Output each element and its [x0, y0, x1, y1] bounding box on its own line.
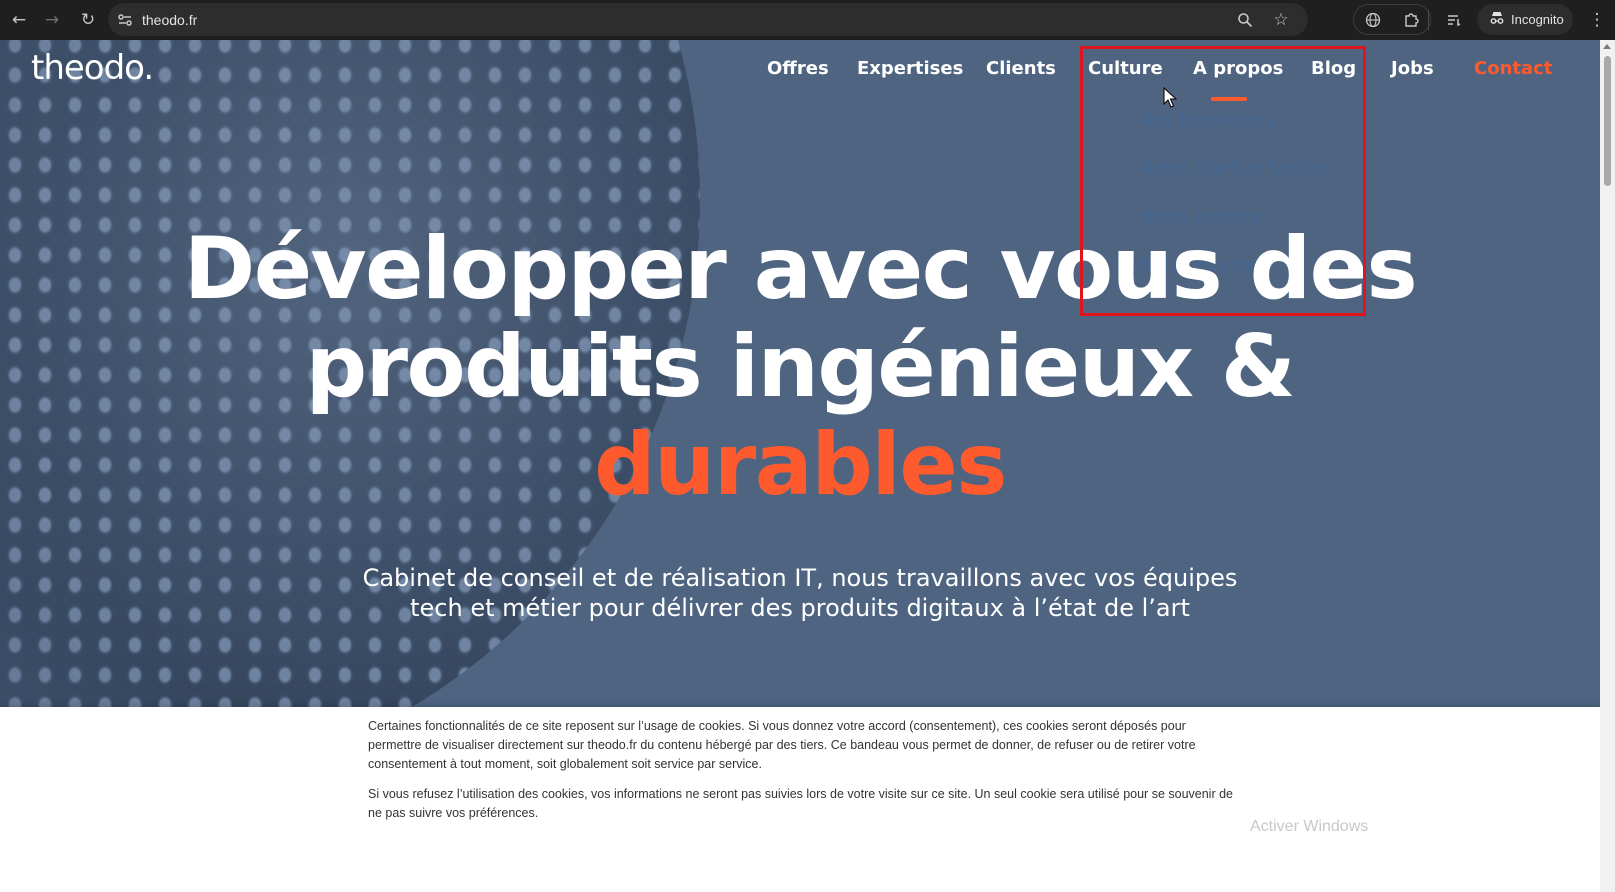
- page-scrollbar[interactable]: [1600, 40, 1615, 892]
- nav-clients[interactable]: Clients: [986, 58, 1056, 79]
- bookmark-star-icon[interactable]: ☆: [1264, 3, 1298, 37]
- windows-activation-watermark: Activer Windows: [1250, 818, 1369, 835]
- cookie-banner: Certaines fonctionnalités de ce site rep…: [0, 707, 1600, 892]
- extensions-icon[interactable]: [1397, 6, 1425, 34]
- url-text[interactable]: theodo.fr: [142, 12, 197, 28]
- forward-icon[interactable]: →: [35, 3, 69, 37]
- nav-jobs[interactable]: Jobs: [1391, 58, 1434, 79]
- nav-expertises[interactable]: Expertises: [857, 58, 963, 79]
- headline-accent: durables: [594, 415, 1007, 515]
- hero-section: theodo. Offres Expertises Clients Cultur…: [0, 40, 1600, 707]
- scroll-up-icon[interactable]: [1603, 44, 1611, 49]
- subtitle-line-1: Cabinet de conseil et de réalisation IT,…: [362, 564, 1238, 592]
- subtitle-line-2: tech et métier pour délivrer des produit…: [410, 594, 1190, 622]
- nav-offres[interactable]: Offres: [767, 58, 829, 79]
- cookie-text-2: Si vous refusez l’utilisation des cookie…: [368, 787, 1233, 820]
- site-info-icon[interactable]: [108, 3, 142, 36]
- page-viewport: theodo. Offres Expertises Clients Cultur…: [0, 40, 1600, 892]
- incognito-indicator[interactable]: Incognito: [1477, 4, 1573, 35]
- cookie-text-1: Certaines fonctionnalités de ce site rep…: [368, 719, 1196, 771]
- nav-contact[interactable]: Contact: [1474, 58, 1552, 79]
- translate-icon[interactable]: [1359, 6, 1387, 34]
- scroll-thumb[interactable]: [1604, 56, 1611, 186]
- toolbar-divider: [1428, 10, 1429, 30]
- reload-icon[interactable]: ↻: [71, 3, 105, 37]
- headline-line-2: produits ingénieux &: [305, 317, 1296, 417]
- back-icon[interactable]: ←: [2, 3, 36, 37]
- extensions-pill: [1353, 4, 1431, 35]
- reading-list-icon[interactable]: [1437, 3, 1471, 37]
- address-bar[interactable]: theodo.fr ☆: [108, 3, 1308, 36]
- hero-subtitle: Cabinet de conseil et de réalisation IT,…: [0, 563, 1600, 623]
- incognito-label: Incognito: [1511, 12, 1564, 27]
- zoom-icon[interactable]: [1228, 3, 1262, 37]
- mouse-cursor-icon: [1163, 87, 1177, 108]
- highlight-box: [1080, 46, 1366, 316]
- incognito-icon: [1489, 11, 1505, 28]
- menu-icon[interactable]: ⋮: [1580, 3, 1614, 37]
- browser-toolbar: ← → ↻ theodo.fr ☆ Incognito ⋮: [0, 0, 1615, 40]
